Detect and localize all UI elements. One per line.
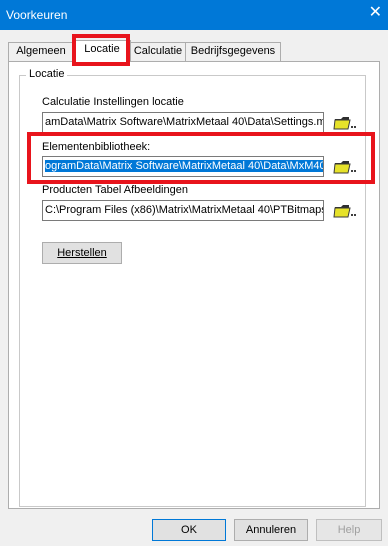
product-images-value: C:\Program Files (x86)\Matrix\MatrixMeta… [45, 204, 324, 216]
tab-bedrijfsgegevens[interactable]: Bedrijfsgegevens [185, 42, 281, 61]
settings-location-input[interactable]: amData\Matrix Software\MatrixMetaal 40\D… [42, 112, 324, 133]
tab-locatie[interactable]: Locatie [73, 40, 131, 62]
settings-location-value: amData\Matrix Software\MatrixMetaal 40\D… [45, 116, 324, 128]
tab-panel-locatie: Locatie Calculatie Instellingen locatie … [8, 61, 380, 509]
cancel-button[interactable]: Annuleren [234, 519, 308, 541]
folder-browse-icon[interactable] [333, 156, 357, 177]
reset-button-label: Herstellen [57, 247, 107, 259]
ok-button[interactable]: OK [152, 519, 226, 541]
folder-browse-icon[interactable] [333, 200, 357, 221]
group-title: Locatie [26, 68, 68, 80]
element-library-input[interactable]: ogramData\Matrix Software\MatrixMetaal 4… [42, 156, 324, 177]
folder-browse-icon[interactable] [333, 112, 357, 133]
window-title: Voorkeuren [6, 8, 68, 22]
help-button[interactable]: Help [316, 519, 382, 541]
element-library-label: Elementenbibliotheek: [42, 141, 151, 153]
element-library-value: ogramData\Matrix Software\MatrixMetaal 4… [45, 160, 323, 172]
close-icon[interactable]: ✕ [369, 5, 382, 21]
settings-location-label: Calculatie Instellingen locatie [42, 96, 184, 108]
tab-algemeen[interactable]: Algemeen [8, 42, 74, 61]
locatie-group: Locatie Calculatie Instellingen locatie … [19, 68, 366, 507]
product-images-label: Producten Tabel Afbeeldingen [42, 184, 188, 196]
reset-button[interactable]: Herstellen [42, 242, 122, 264]
product-images-input[interactable]: C:\Program Files (x86)\Matrix\MatrixMeta… [42, 200, 324, 221]
title-bar: Voorkeuren ✕ [0, 0, 388, 30]
tab-calculatie[interactable]: Calculatie [130, 42, 186, 61]
